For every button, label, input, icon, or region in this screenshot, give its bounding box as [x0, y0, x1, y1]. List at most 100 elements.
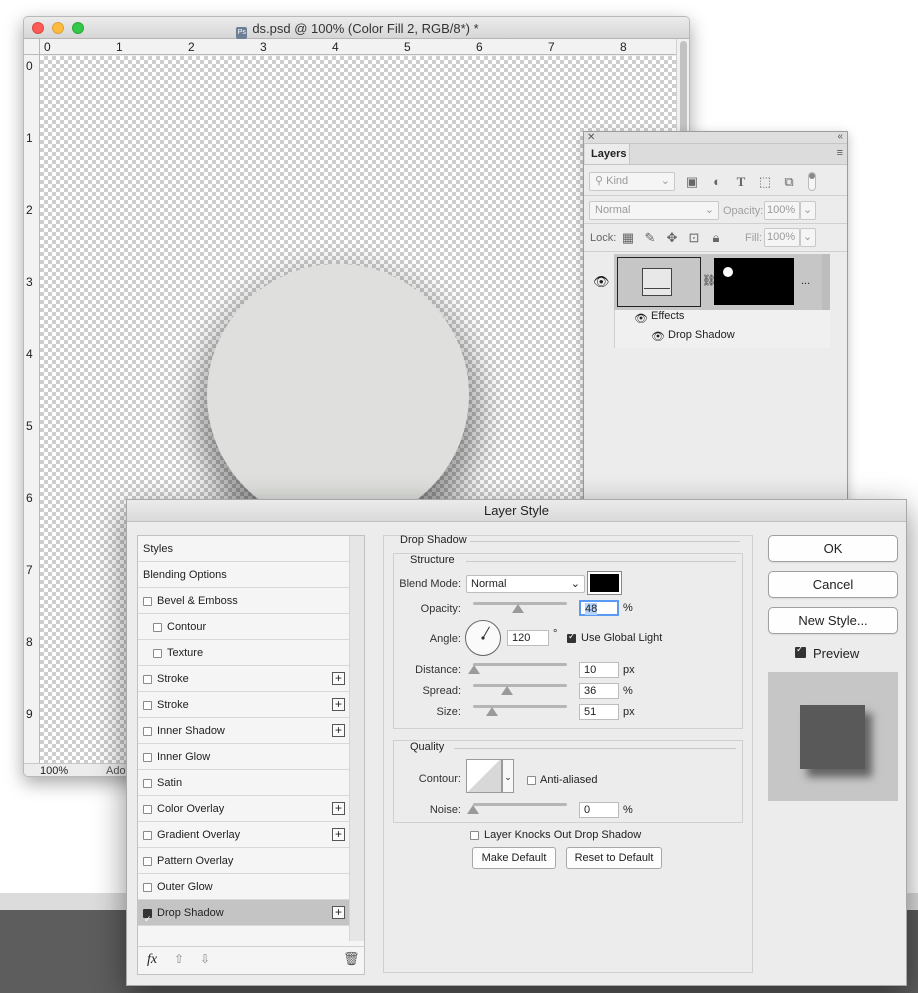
layer-effects-more[interactable]: ... [801, 275, 810, 287]
lock-image-pixels-icon[interactable]: ✎ [643, 231, 657, 245]
angle-dial[interactable] [465, 620, 501, 656]
vertical-ruler[interactable]: 0 1 2 3 4 5 6 7 8 9 [24, 55, 40, 763]
effects-label[interactable]: Effects [651, 310, 684, 322]
noise-input[interactable]: 0 [579, 802, 619, 818]
distance-slider-track[interactable] [473, 663, 567, 666]
collapse-panel-icon[interactable]: « [837, 131, 843, 142]
size-slider-thumb[interactable] [486, 707, 499, 716]
effects-visibility-eye-icon[interactable]: 👁︎ [634, 312, 648, 325]
size-input[interactable]: 51 [579, 704, 619, 720]
zoom-level[interactable]: 100% [40, 765, 68, 776]
checkbox-unchecked-icon[interactable] [153, 623, 162, 632]
style-item-inner-glow[interactable]: Inner Glow [138, 744, 349, 770]
checkbox-unchecked-icon[interactable] [143, 805, 152, 814]
style-item-inner-shadow[interactable]: Inner Shadow + [138, 718, 349, 744]
use-global-light-label[interactable]: Use Global Light [581, 632, 662, 644]
move-effect-up-icon[interactable]: ⇧ [174, 952, 184, 966]
layer-blend-mode-select[interactable]: Normal ⌄ [589, 201, 719, 220]
use-global-light-checkbox[interactable] [567, 631, 576, 645]
ruler-origin[interactable] [24, 39, 40, 55]
style-item-blending-options[interactable]: Blending Options [138, 562, 349, 588]
add-effect-instance-icon[interactable]: + [332, 672, 345, 685]
anti-aliased-checkbox[interactable] [527, 775, 536, 787]
vector-mask-thumbnail[interactable] [714, 258, 794, 305]
filter-kind-select[interactable]: ⚲ Kind ⌄ [589, 172, 675, 191]
noise-slider-track[interactable] [473, 803, 567, 806]
lock-all-icon[interactable]: 🔒︎ [709, 231, 723, 245]
spread-input[interactable]: 36 [579, 683, 619, 699]
ok-button[interactable]: OK [768, 535, 898, 562]
distance-slider-thumb[interactable] [467, 665, 480, 674]
add-effect-instance-icon[interactable]: + [332, 828, 345, 841]
checkbox-unchecked-icon[interactable] [143, 675, 152, 684]
panel-menu-icon[interactable]: ≡ [837, 147, 843, 159]
shape-filter-icon[interactable]: ⬚ [758, 175, 772, 189]
checkbox-unchecked-icon[interactable] [143, 779, 152, 788]
layer-visibility-eye-icon[interactable]: 👁︎ [593, 274, 610, 290]
reset-to-default-button[interactable]: Reset to Default [566, 847, 662, 869]
add-effect-instance-icon[interactable]: + [332, 698, 345, 711]
layer-opacity-field[interactable]: 100% [764, 201, 800, 220]
dialog-title[interactable]: Layer Style [127, 500, 906, 522]
preview-checkbox[interactable] [795, 644, 806, 660]
add-effect-instance-icon[interactable]: + [332, 906, 345, 919]
adjustment-filter-icon[interactable]: ◐ [710, 175, 724, 189]
type-filter-icon[interactable]: T [734, 175, 748, 189]
lock-position-icon[interactable]: ✥ [665, 231, 679, 245]
style-item-bevel-emboss[interactable]: Bevel & Emboss [138, 588, 349, 614]
checkbox-unchecked-icon[interactable] [143, 831, 152, 840]
style-item-outer-glow[interactable]: Outer Glow [138, 874, 349, 900]
circle-shape-layer[interactable] [207, 264, 469, 526]
contour-picker[interactable] [466, 759, 502, 793]
style-item-styles[interactable]: Styles [138, 536, 349, 562]
anti-aliased-label[interactable]: Anti-aliased [540, 774, 597, 786]
drop-shadow-visibility-eye-icon[interactable]: 👁︎ [651, 330, 665, 343]
styles-list-scrollbar[interactable] [349, 536, 364, 941]
style-item-drop-shadow[interactable]: Drop Shadow + [138, 900, 349, 932]
knockout-checkbox[interactable] [470, 830, 479, 842]
shadow-blend-mode-select[interactable]: Normal ⌄ [466, 575, 585, 593]
style-item-contour[interactable]: Contour [138, 614, 349, 640]
fill-dropdown[interactable]: ⌄ [800, 228, 816, 247]
noise-slider-thumb[interactable] [467, 805, 479, 814]
tab-layers[interactable]: Layers [585, 144, 630, 164]
panel-header[interactable]: ✕ « [584, 131, 847, 144]
style-item-pattern-overlay[interactable]: Pattern Overlay [138, 848, 349, 874]
layer-fill-field[interactable]: 100% [764, 228, 800, 247]
angle-input[interactable]: 120 [507, 630, 549, 646]
distance-input[interactable]: 10 [579, 662, 619, 678]
style-item-stroke[interactable]: Stroke + [138, 666, 349, 692]
checkbox-unchecked-icon[interactable] [153, 649, 162, 658]
layer-thumbnail[interactable] [617, 257, 701, 307]
lock-transparent-pixels-icon[interactable]: ▦ [621, 231, 635, 245]
status-info[interactable]: Ado [106, 765, 126, 776]
checkbox-unchecked-icon[interactable] [143, 883, 152, 892]
document-title-bar[interactable]: Ps ds.psd @ 100% (Color Fill 2, RGB/8*) * [24, 17, 689, 39]
checkbox-unchecked-icon[interactable] [143, 753, 152, 762]
drop-shadow-effect-label[interactable]: Drop Shadow [668, 329, 735, 341]
smart-object-filter-icon[interactable]: ⧉ [782, 175, 796, 189]
image-filter-icon[interactable]: ▣ [685, 175, 699, 189]
style-item-satin[interactable]: Satin [138, 770, 349, 796]
opacity-input[interactable]: 48 [579, 600, 619, 616]
style-item-stroke[interactable]: Stroke + [138, 692, 349, 718]
close-panel-icon[interactable]: ✕ [587, 132, 595, 143]
add-effect-instance-icon[interactable]: + [332, 802, 345, 815]
add-effect-instance-icon[interactable]: + [332, 724, 345, 737]
contour-dropdown[interactable]: ⌄ [502, 759, 514, 793]
make-default-button[interactable]: Make Default [472, 847, 556, 869]
checkbox-unchecked-icon[interactable] [143, 857, 152, 866]
preview-label[interactable]: Preview [813, 646, 859, 661]
shadow-color-swatch[interactable] [587, 571, 622, 595]
fx-menu-button[interactable]: fx [147, 952, 157, 968]
style-item-gradient-overlay[interactable]: Gradient Overlay + [138, 822, 349, 848]
lock-artboard-icon[interactable]: ⊡ [687, 231, 701, 245]
delete-effect-icon[interactable]: 🗑︎ [343, 951, 360, 967]
opacity-dropdown[interactable]: ⌄ [800, 201, 816, 220]
knockout-label[interactable]: Layer Knocks Out Drop Shadow [484, 829, 641, 841]
style-item-texture[interactable]: Texture [138, 640, 349, 666]
filter-toggle[interactable] [808, 172, 816, 191]
cancel-button[interactable]: Cancel [768, 571, 898, 598]
checkbox-unchecked-icon[interactable] [143, 597, 152, 606]
new-style-button[interactable]: New Style... [768, 607, 898, 634]
